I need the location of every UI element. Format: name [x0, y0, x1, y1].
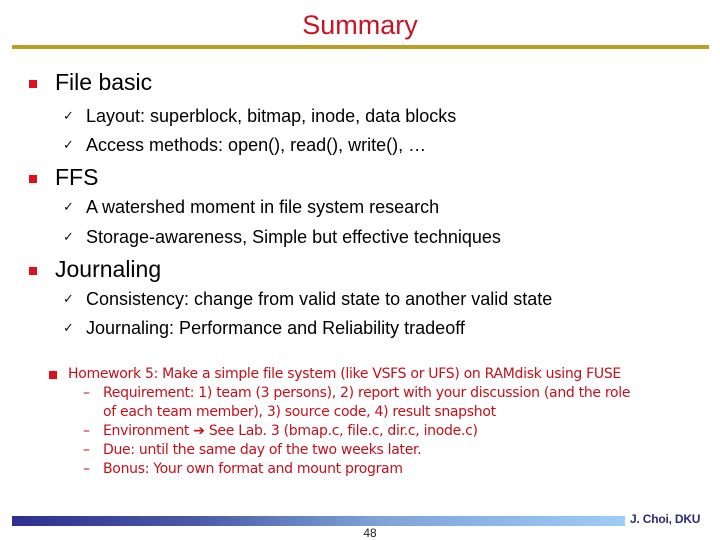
- environment-label: Environment: [103, 423, 190, 439]
- list-item-text: A watershed moment in file system resear…: [86, 197, 440, 217]
- homework-item-text: Bonus: Your own format and mount program: [103, 461, 403, 477]
- checkmark-icon: ✓: [63, 138, 74, 153]
- checkmark-icon: ✓: [63, 292, 74, 307]
- homework-item-text: Due: until the same day of the two weeks…: [103, 442, 422, 458]
- square-bullet-icon: [29, 80, 37, 88]
- homework-heading: Homework 5: Make a simple file system (l…: [49, 365, 621, 384]
- footer-gradient-bar: [12, 516, 625, 526]
- slide-title: Summary: [302, 10, 418, 40]
- homework-heading-text: Homework 5: Make a simple file system (l…: [68, 366, 621, 382]
- list-item: ✓ Consistency: change from valid state t…: [63, 288, 553, 310]
- homework-item-text: of each team member), 3) source code, 4)…: [103, 404, 496, 420]
- list-item-text: Consistency: change from valid state to …: [86, 289, 553, 309]
- homework-item-requirement-cont: of each team member), 3) source code, 4)…: [103, 403, 496, 422]
- list-item-text: Storage-awareness, Simple but effective …: [86, 227, 501, 247]
- footer-author: J. Choi, DKU: [630, 512, 701, 526]
- list-item-text: Access methods: open(), read(), write(),…: [86, 135, 427, 155]
- checkmark-icon: ✓: [63, 321, 74, 336]
- square-bullet-icon: [29, 267, 37, 275]
- list-item: ✓ Layout: superblock, bitmap, inode, dat…: [63, 105, 457, 127]
- homework-item-environment: – Environment ➔ See Lab. 3 (bmap.c, file…: [83, 422, 478, 441]
- section-heading: Journaling: [55, 256, 162, 282]
- checkmark-icon: ✓: [63, 230, 74, 245]
- list-item: ✓ Journaling: Performance and Reliabilit…: [63, 317, 465, 339]
- list-item: ✓ Access methods: open(), read(), write(…: [63, 134, 427, 156]
- right-arrow-icon: ➔: [193, 423, 205, 439]
- dash-bullet-icon: –: [83, 461, 90, 477]
- section-journaling: Journaling: [29, 255, 162, 283]
- dash-bullet-icon: –: [83, 385, 90, 401]
- checkmark-icon: ✓: [63, 109, 74, 124]
- list-item-text: Journaling: Performance and Reliability …: [86, 318, 465, 338]
- section-ffs: FFS: [29, 163, 99, 191]
- list-item: ✓ A watershed moment in file system rese…: [63, 196, 440, 218]
- dash-bullet-icon: –: [83, 442, 90, 458]
- checkmark-icon: ✓: [63, 200, 74, 215]
- dash-bullet-icon: –: [83, 423, 90, 439]
- homework-item-text: Requirement: 1) team (3 persons), 2) rep…: [103, 385, 631, 401]
- homework-item-due: – Due: until the same day of the two wee…: [83, 441, 422, 460]
- square-bullet-icon: [49, 371, 57, 379]
- square-bullet-icon: [29, 175, 37, 183]
- list-item: ✓ Storage-awareness, Simple but effectiv…: [63, 226, 501, 248]
- page-number: 48: [363, 526, 377, 540]
- homework-item-requirement: – Requirement: 1) team (3 persons), 2) r…: [83, 384, 631, 403]
- environment-value: See Lab. 3 (bmap.c, file.c, dir.c, inode…: [208, 423, 478, 439]
- section-heading: FFS: [55, 164, 99, 190]
- section-file-basic: File basic: [29, 68, 153, 96]
- homework-item-bonus: – Bonus: Your own format and mount progr…: [83, 460, 403, 479]
- section-heading: File basic: [55, 69, 153, 95]
- title-divider: [12, 45, 709, 49]
- list-item-text: Layout: superblock, bitmap, inode, data …: [86, 106, 457, 126]
